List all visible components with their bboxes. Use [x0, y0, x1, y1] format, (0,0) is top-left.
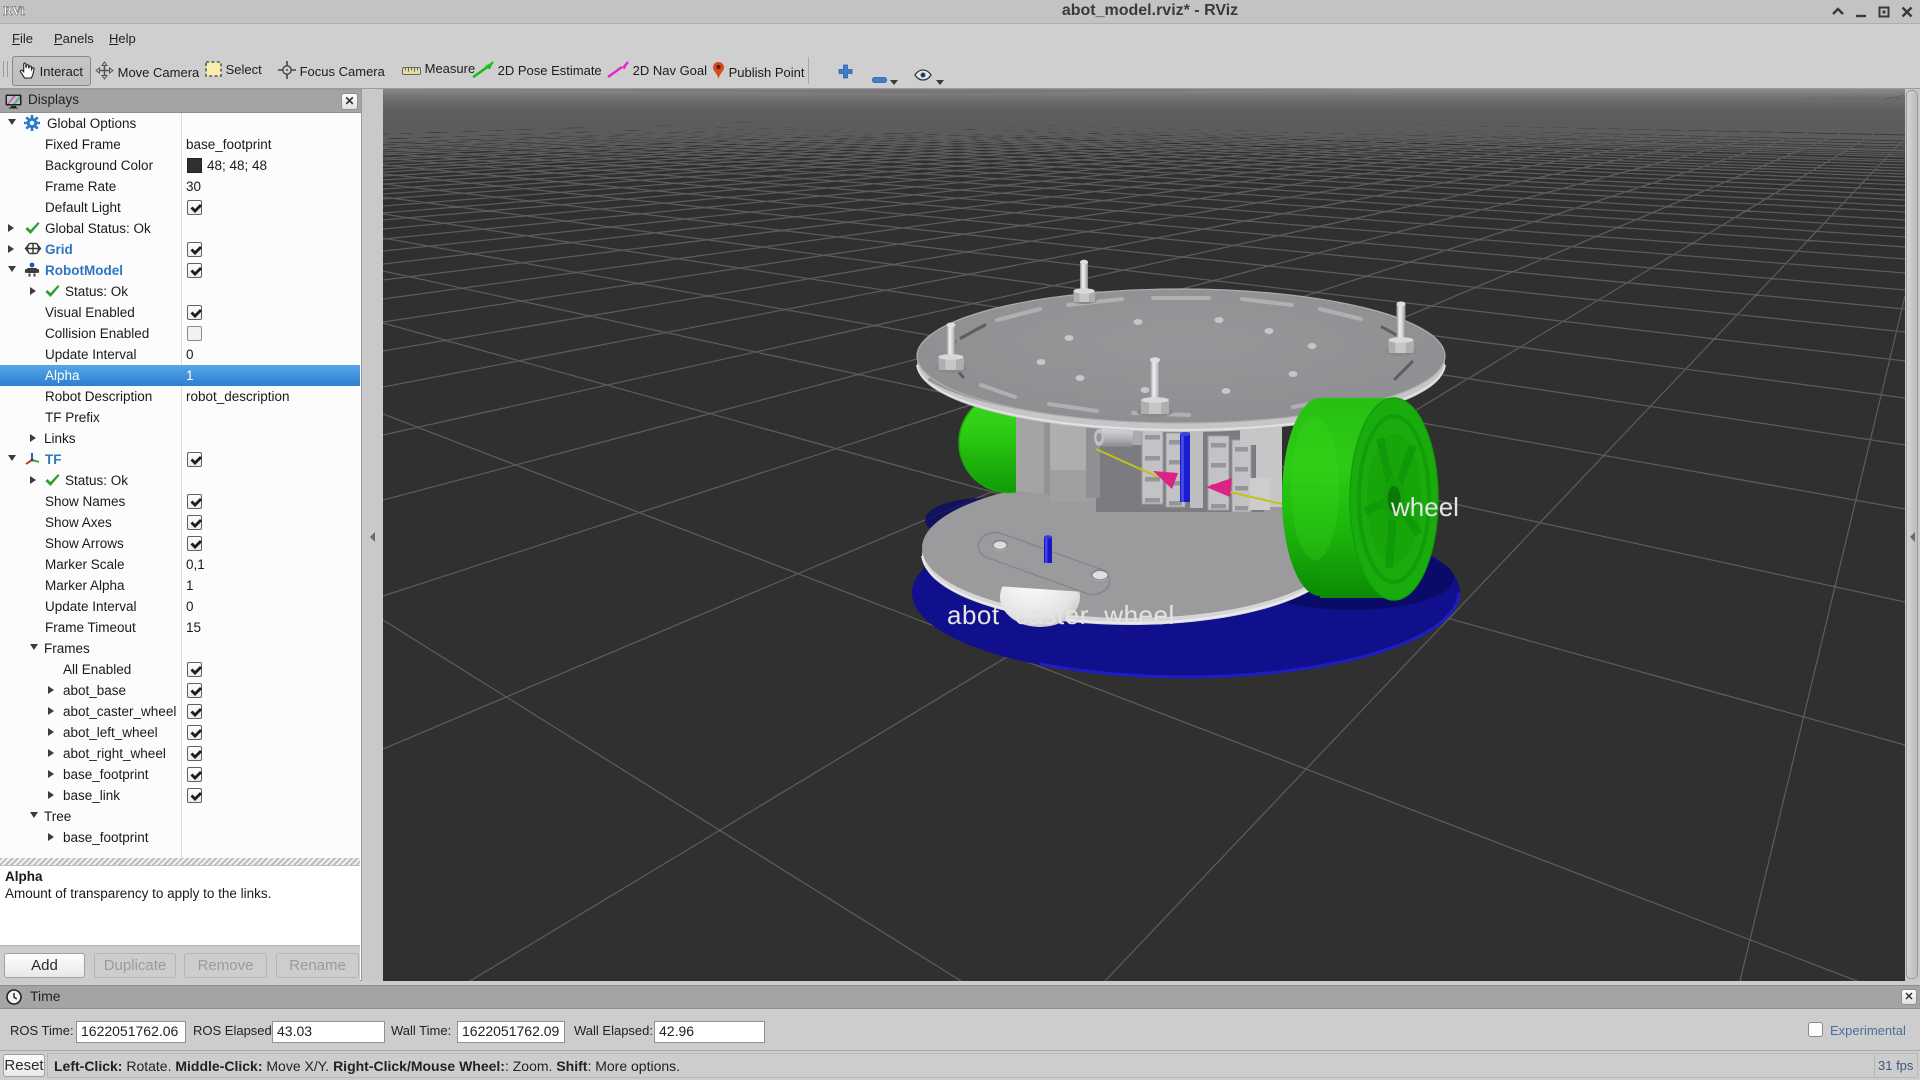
- svg-text:abot caster wheel: abot caster wheel: [947, 600, 1175, 630]
- svg-text:RViz: RViz: [3, 4, 25, 17]
- svg-text:wheel: wheel: [1390, 492, 1459, 522]
